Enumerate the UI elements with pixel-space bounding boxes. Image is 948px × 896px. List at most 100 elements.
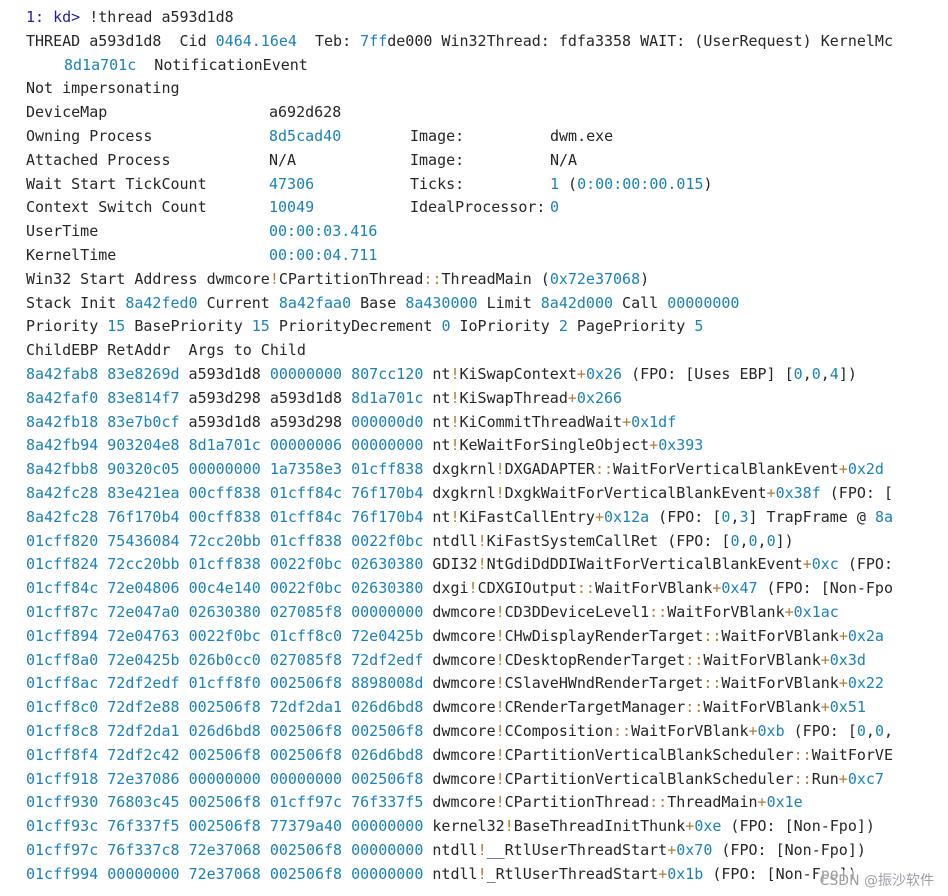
numeric-value: 0xc [811,555,839,574]
numeric-value: 0x2d [847,460,884,479]
output-line: ChildEBP RetAddr Args to Child [26,339,922,363]
numeric-value: 76f337f5 [107,817,180,836]
numeric-value: 0x393 [658,436,704,455]
output-text: ! [450,388,460,407]
output-text: , [802,364,812,383]
output-text: (FPO: [Non-Fpo [757,579,893,598]
output-text: ! [495,483,505,502]
numeric-value: 72e0425b [107,650,180,669]
numeric-value: 8a42fc28 [26,507,99,526]
stack-frame-row: 01cff824 72cc20bb 01cff838 0022f0bc 0263… [26,553,922,577]
numeric-value: 01cff8f0 [188,674,261,693]
output-text: WaitForVBlank [721,626,839,645]
numeric-value: 0022f0bc [188,626,261,645]
stack-frame-row: 8a42fbb8 90320c05 00000000 1a7358e3 01cf… [26,458,922,482]
numeric-value: 002506f8 [269,674,343,693]
output-text: __RtlUserThreadStart [486,840,668,859]
output-text: BasePriority [125,317,252,336]
numeric-value: 72e37086 [107,769,180,788]
output-text: dwmcore [423,698,496,717]
numeric-value: 4 [829,364,839,383]
output-text: + [757,793,767,812]
property-value-secondary: 0 [550,196,559,220]
property-value-secondary: N/A [550,150,578,169]
numeric-value: 0x47 [721,579,758,598]
output-text: dxgkrnl [423,460,496,479]
numeric-value: 0x38f [775,483,821,502]
stack-frame-row: 01cff894 72e04763 0022f0bc 01cff8c0 72e0… [26,625,922,649]
output-text: GDI32 [423,555,478,574]
output-text: , [739,531,749,550]
numeric-value: 8a42fb94 [26,436,99,455]
numeric-value: 0x266 [576,388,623,407]
numeric-value: 807cc120 [351,364,424,383]
numeric-value: 8a42fab8 [26,364,99,383]
output-text: + [838,460,848,479]
numeric-value: 01cff8c8 [26,721,99,740]
output-text: , [757,531,767,550]
numeric-value: 002506f8 [269,840,343,859]
numeric-value: 0 [748,531,758,550]
output-text: WaitForVBlank [721,674,839,693]
numeric-value: 01cff894 [26,626,99,645]
output-line: Priority 15 BasePriority 15 PriorityDecr… [26,315,922,339]
numeric-value: 75436084 [107,531,180,550]
thread-header: THREAD a593d1d8 Cid 0464.16e4 Teb: 7ffde… [26,30,922,101]
output-text: :: [703,626,722,645]
numeric-value: 72e04763 [107,626,180,645]
output-text: + [567,388,577,407]
output-text: ! [495,769,505,788]
numeric-value: 0x1b [667,864,704,883]
output-text: ! [495,793,505,812]
numeric-value: 00000006 [269,436,343,455]
numeric-value: 002506f8 [188,698,261,717]
property-value-secondary: dwm.exe [550,126,614,145]
output-text: ]) [775,531,794,550]
output-text: KiFastCallEntry [459,507,595,526]
output-text: Run [811,769,839,788]
numeric-value: 0464.16e4 [215,31,297,50]
output-text: ! [504,817,514,836]
numeric-value: 026d6bd8 [351,745,424,764]
property-label-secondary: Image: [410,126,465,145]
property-row: DeviceMap a692d628 [26,101,922,125]
numeric-value: 0022f0bc [269,555,343,574]
output-text: :: [703,674,722,693]
output-text: ) [640,269,650,288]
numeric-value: 01cff918 [26,769,99,788]
numeric-value: 8d1a701c [351,388,424,407]
numeric-value: 00000000 [351,817,424,836]
output-text: Base [351,293,406,312]
output-text: ! [477,555,487,574]
output-text: :: [685,650,704,669]
numeric-value: 72df2da1 [269,698,343,717]
numeric-value: 01cff8c0 [269,626,343,645]
debugger-console-output[interactable]: 1: kd> !thread a593d1d8 THREAD a593d1d8 … [26,6,922,890]
numeric-value: 0xe [694,817,722,836]
numeric-value: 00000000 [351,840,424,859]
stack-frame-row: 8a42fb18 83e7b0cf a593d1d8 a593d298 0000… [26,411,922,435]
stack-frame-row: 01cff8ac 72df2edf 01cff8f0 002506f8 8898… [26,672,922,696]
output-text: , [883,721,893,740]
property-label: DeviceMap [26,103,108,122]
output-text: CHwDisplayRenderTarget [504,626,704,645]
stack-frame-row: 8a42fab8 83e8269d a593d1d8 00000000 807c… [26,363,922,387]
numeric-value: 0x1e [766,793,803,812]
numeric-value: 00000000 [269,364,343,383]
numeric-value: 0:00:00:00.015 [577,174,704,193]
